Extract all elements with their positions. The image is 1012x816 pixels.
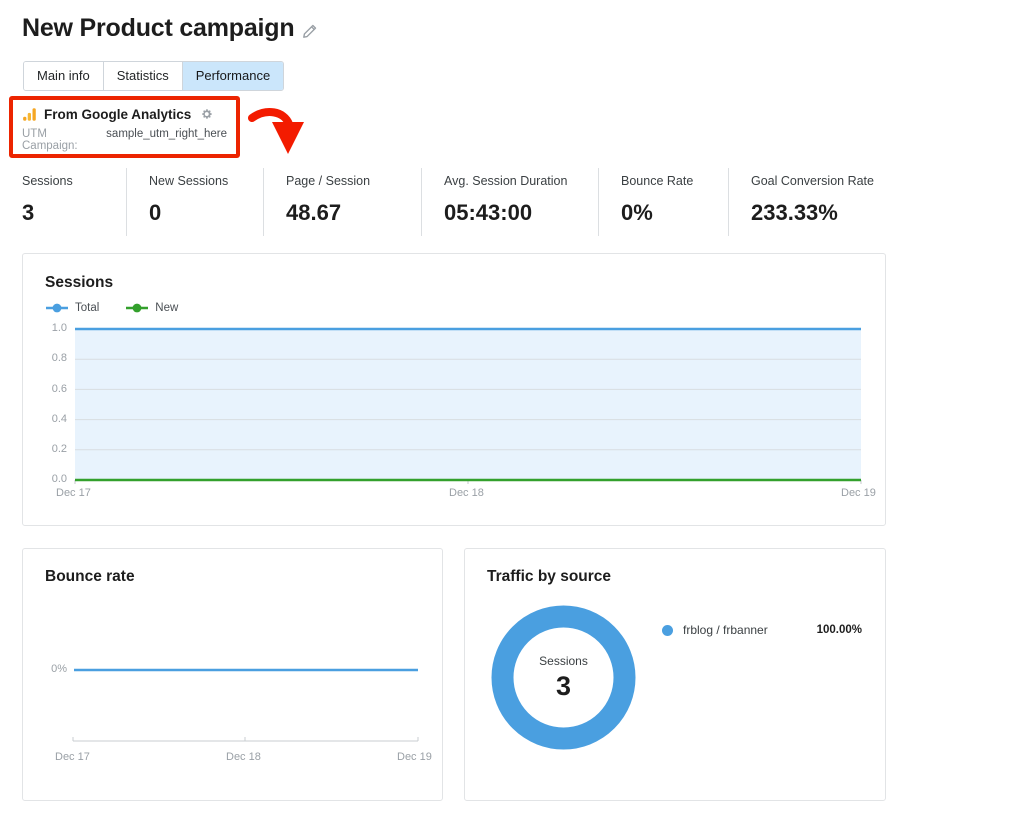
- metric-value: 0: [149, 200, 162, 225]
- metric-value: 3: [22, 200, 35, 225]
- tab-performance[interactable]: Performance: [182, 62, 284, 90]
- metric-value: 05:43:00: [444, 200, 533, 225]
- bounce-rate-plot-svg: [72, 668, 419, 742]
- metric-label: Page / Session: [286, 174, 371, 188]
- source-title-row: From Google Analytics: [22, 106, 227, 123]
- source-info: From Google Analytics UTM Campaign: samp…: [13, 100, 236, 152]
- metric-page-per-session: Page / Session 48.67: [263, 168, 421, 236]
- utm-campaign-value: sample_utm_right_here: [106, 128, 227, 140]
- pencil-icon[interactable]: [302, 24, 317, 39]
- x-tick-label: Dec 18: [449, 487, 484, 499]
- metric-value: 48.67: [286, 200, 342, 225]
- source-name: From Google Analytics: [44, 107, 192, 122]
- x-tick-label: Dec 17: [56, 487, 91, 499]
- metric-value: 233.33%: [751, 200, 838, 225]
- sessions-chart-card: Sessions Total New 1.0 0.8 0.6 0.4 0.2 0…: [22, 253, 886, 526]
- metric-label: Bounce Rate: [621, 174, 694, 188]
- x-tick-label: Dec 19: [841, 487, 876, 499]
- metric-sessions: Sessions 3: [22, 168, 126, 236]
- title-row: New Product campaign: [22, 12, 317, 44]
- page-title: New Product campaign: [22, 14, 295, 42]
- gear-icon[interactable]: [200, 108, 213, 121]
- tab-statistics[interactable]: Statistics: [103, 62, 183, 90]
- donut-label: Sessions: [539, 653, 588, 668]
- metrics-strip: Sessions 3 New Sessions 0 Page / Session…: [22, 168, 974, 236]
- sessions-plot: 1.0 0.8 0.6 0.4 0.2 0.0 Dec 17 Dec 18 De…: [23, 254, 887, 527]
- traffic-source-legend: frblog / frbanner 100.00%: [662, 623, 862, 638]
- source-label: frblog / frbanner: [683, 623, 768, 637]
- metric-value: 0%: [621, 200, 653, 225]
- metric-bounce-rate: Bounce Rate 0%: [598, 168, 728, 236]
- metric-new-sessions: New Sessions 0: [126, 168, 263, 236]
- tab-bar: Main info Statistics Performance: [23, 61, 285, 91]
- bounce-rate-card: Bounce rate 0% Dec 17 Dec 18 Dec 19: [22, 548, 443, 801]
- metric-label: Goal Conversion Rate: [751, 174, 874, 188]
- metric-label: New Sessions: [149, 174, 229, 188]
- y-tick-label: 0.0: [51, 473, 67, 485]
- metric-goal-conversion-rate: Goal Conversion Rate 233.33%: [728, 168, 974, 236]
- google-analytics-icon: [23, 108, 36, 121]
- legend-dot-icon: [662, 625, 673, 636]
- y-tick-label: 0.4: [51, 413, 67, 425]
- y-tick-label: 0.8: [51, 352, 67, 364]
- utm-campaign-label: UTM Campaign:: [22, 128, 78, 152]
- metric-avg-session-duration: Avg. Session Duration 05:43:00: [421, 168, 598, 236]
- curved-arrow-down-icon: [248, 108, 304, 154]
- x-tick-label: Dec 18: [226, 751, 261, 763]
- donut-center-text: Sessions 3: [491, 605, 636, 750]
- metric-label: Sessions: [22, 174, 73, 188]
- source-highlight-box: From Google Analytics UTM Campaign: samp…: [9, 96, 240, 158]
- donut-value: 3: [555, 670, 572, 701]
- utm-campaign-row: UTM Campaign: sample_utm_right_here: [22, 128, 227, 152]
- tab-main-info[interactable]: Main info: [24, 62, 104, 90]
- source-percent: 100.00%: [816, 624, 862, 636]
- y-tick-label: 0%: [51, 663, 67, 675]
- performance-page: New Product campaign Main info Statistic…: [0, 0, 1012, 816]
- x-tick-label: Dec 17: [55, 751, 90, 763]
- y-tick-label: 0.2: [51, 443, 67, 455]
- metric-label: Avg. Session Duration: [444, 174, 568, 188]
- bounce-rate-plot: 0% Dec 17 Dec 18 Dec 19: [23, 549, 444, 802]
- y-tick-label: 1.0: [51, 322, 67, 334]
- x-tick-label: Dec 19: [397, 751, 432, 763]
- card-title: Traffic by source: [487, 568, 612, 585]
- y-tick-label: 0.6: [51, 383, 67, 395]
- donut-chart: Sessions 3: [491, 605, 636, 750]
- traffic-by-source-card: Traffic by source Sessions 3 frblog / fr…: [464, 548, 886, 801]
- list-item[interactable]: frblog / frbanner 100.00%: [662, 623, 862, 638]
